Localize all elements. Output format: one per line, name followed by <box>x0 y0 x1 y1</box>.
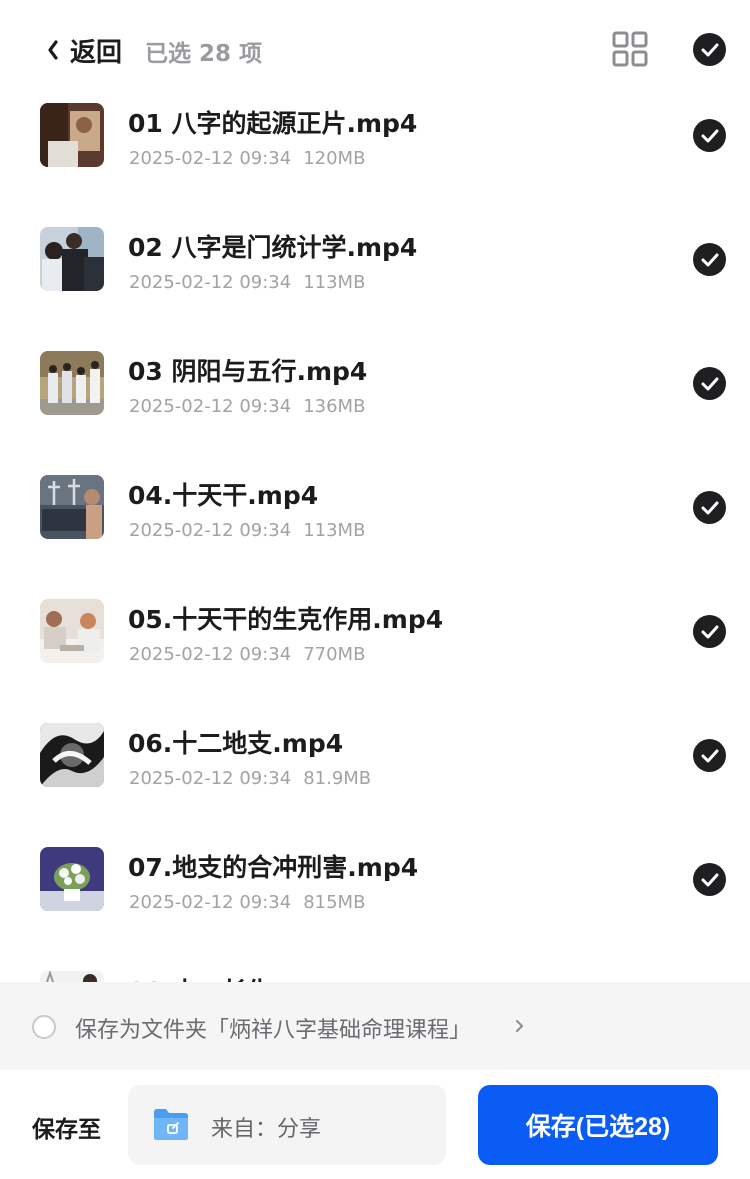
video-thumbnail <box>40 351 104 415</box>
video-thumbnail <box>40 723 104 787</box>
file-meta: 2025-02-12 09:34 113MB <box>129 520 365 541</box>
file-meta: 2025-02-12 09:34 113MB <box>129 272 365 293</box>
file-check-icon[interactable] <box>693 863 726 896</box>
file-meta: 2025-02-12 09:34 120MB <box>129 148 365 169</box>
file-size: 120MB <box>303 148 366 169</box>
back-button[interactable]: 返回 <box>46 28 122 72</box>
file-size: 815MB <box>303 892 366 913</box>
file-meta: 2025-02-12 09:34 770MB <box>129 644 365 665</box>
file-size: 113MB <box>303 520 366 541</box>
file-size: 113MB <box>303 272 366 293</box>
file-size: 136MB <box>303 396 366 417</box>
file-date: 2025-02-12 09:34 <box>129 768 292 789</box>
video-thumbnail <box>40 847 104 911</box>
folder-icon <box>153 1107 189 1141</box>
back-label: 返回 <box>70 37 123 68</box>
file-date: 2025-02-12 09:34 <box>129 396 292 417</box>
file-date: 2025-02-12 09:34 <box>129 892 292 913</box>
file-name: 03 阴阳与五行.mp4 <box>128 357 368 386</box>
video-thumbnail <box>40 103 104 167</box>
video-thumbnail <box>40 971 104 982</box>
file-meta: 2025-02-12 09:34 815MB <box>129 892 365 913</box>
file-check-icon[interactable] <box>693 739 726 772</box>
file-check-icon[interactable] <box>693 119 726 152</box>
header: 返回 已选 28 项 <box>0 0 750 96</box>
file-row[interactable]: 04.十天干.mp4 2025-02-12 09:34 113MB <box>0 472 750 596</box>
file-name: 05.十天干的生克作用.mp4 <box>128 605 444 634</box>
file-row[interactable]: 03 阴阳与五行.mp4 2025-02-12 09:34 136MB <box>0 348 750 472</box>
chevron-right-icon[interactable] <box>514 1015 526 1037</box>
file-name: 02 八字是门统计学.mp4 <box>128 233 418 262</box>
save-as-folder-label[interactable]: 保存为文件夹「炳祥八字基础命理课程」 <box>75 1012 471 1044</box>
file-row[interactable]: 08.十二长生.mp4 <box>0 968 750 982</box>
file-check-icon[interactable] <box>693 367 726 400</box>
file-check-icon[interactable] <box>693 615 726 648</box>
video-thumbnail <box>40 599 104 663</box>
file-size: 81.9MB <box>303 768 372 789</box>
chevron-left-icon <box>46 38 66 62</box>
save-as-folder-radio[interactable] <box>32 1015 56 1039</box>
grid-view-icon[interactable] <box>612 31 648 67</box>
file-date: 2025-02-12 09:34 <box>129 520 292 541</box>
save-button[interactable]: 保存(已选28) <box>478 1085 718 1165</box>
file-name: 04.十天干.mp4 <box>128 481 319 510</box>
file-meta: 2025-02-12 09:34 81.9MB <box>129 768 371 789</box>
file-name: 01 八字的起源正片.mp4 <box>128 109 418 138</box>
file-meta: 2025-02-12 09:34 136MB <box>129 396 365 417</box>
file-date: 2025-02-12 09:34 <box>129 148 292 169</box>
video-thumbnail <box>40 227 104 291</box>
file-row[interactable]: 07.地支的合冲刑害.mp4 2025-02-12 09:34 815MB <box>0 844 750 968</box>
file-name: 08.十二长生.mp4 <box>128 972 343 982</box>
file-date: 2025-02-12 09:34 <box>129 644 292 665</box>
file-name: 07.地支的合冲刑害.mp4 <box>128 853 419 882</box>
video-thumbnail <box>40 475 104 539</box>
file-name: 06.十二地支.mp4 <box>128 729 344 758</box>
selected-count: 已选 28 项 <box>145 41 263 67</box>
file-row[interactable]: 05.十天干的生克作用.mp4 2025-02-12 09:34 770MB <box>0 596 750 720</box>
destination-selector[interactable]: 来自：分享 <box>128 1085 446 1165</box>
save-as-folder-bar: 保存为文件夹「炳祥八字基础命理课程」 <box>0 982 750 1070</box>
file-check-icon[interactable] <box>693 243 726 276</box>
file-row[interactable]: 06.十二地支.mp4 2025-02-12 09:34 81.9MB <box>0 720 750 844</box>
file-size: 770MB <box>303 644 366 665</box>
file-date: 2025-02-12 09:34 <box>129 272 292 293</box>
footer: 保存至 来自：分享 保存(已选28) <box>0 1070 750 1179</box>
file-check-icon[interactable] <box>693 491 726 524</box>
destination-label: 来自：分享 <box>211 1117 322 1142</box>
save-to-label: 保存至 <box>32 1117 101 1143</box>
file-row[interactable]: 02 八字是门统计学.mp4 2025-02-12 09:34 113MB <box>0 224 750 348</box>
select-all-check-icon[interactable] <box>693 33 726 66</box>
file-row[interactable]: 01 八字的起源正片.mp4 2025-02-12 09:34 120MB <box>0 100 750 224</box>
file-list: 01 八字的起源正片.mp4 2025-02-12 09:34 120MB 02 八字… <box>0 96 750 982</box>
